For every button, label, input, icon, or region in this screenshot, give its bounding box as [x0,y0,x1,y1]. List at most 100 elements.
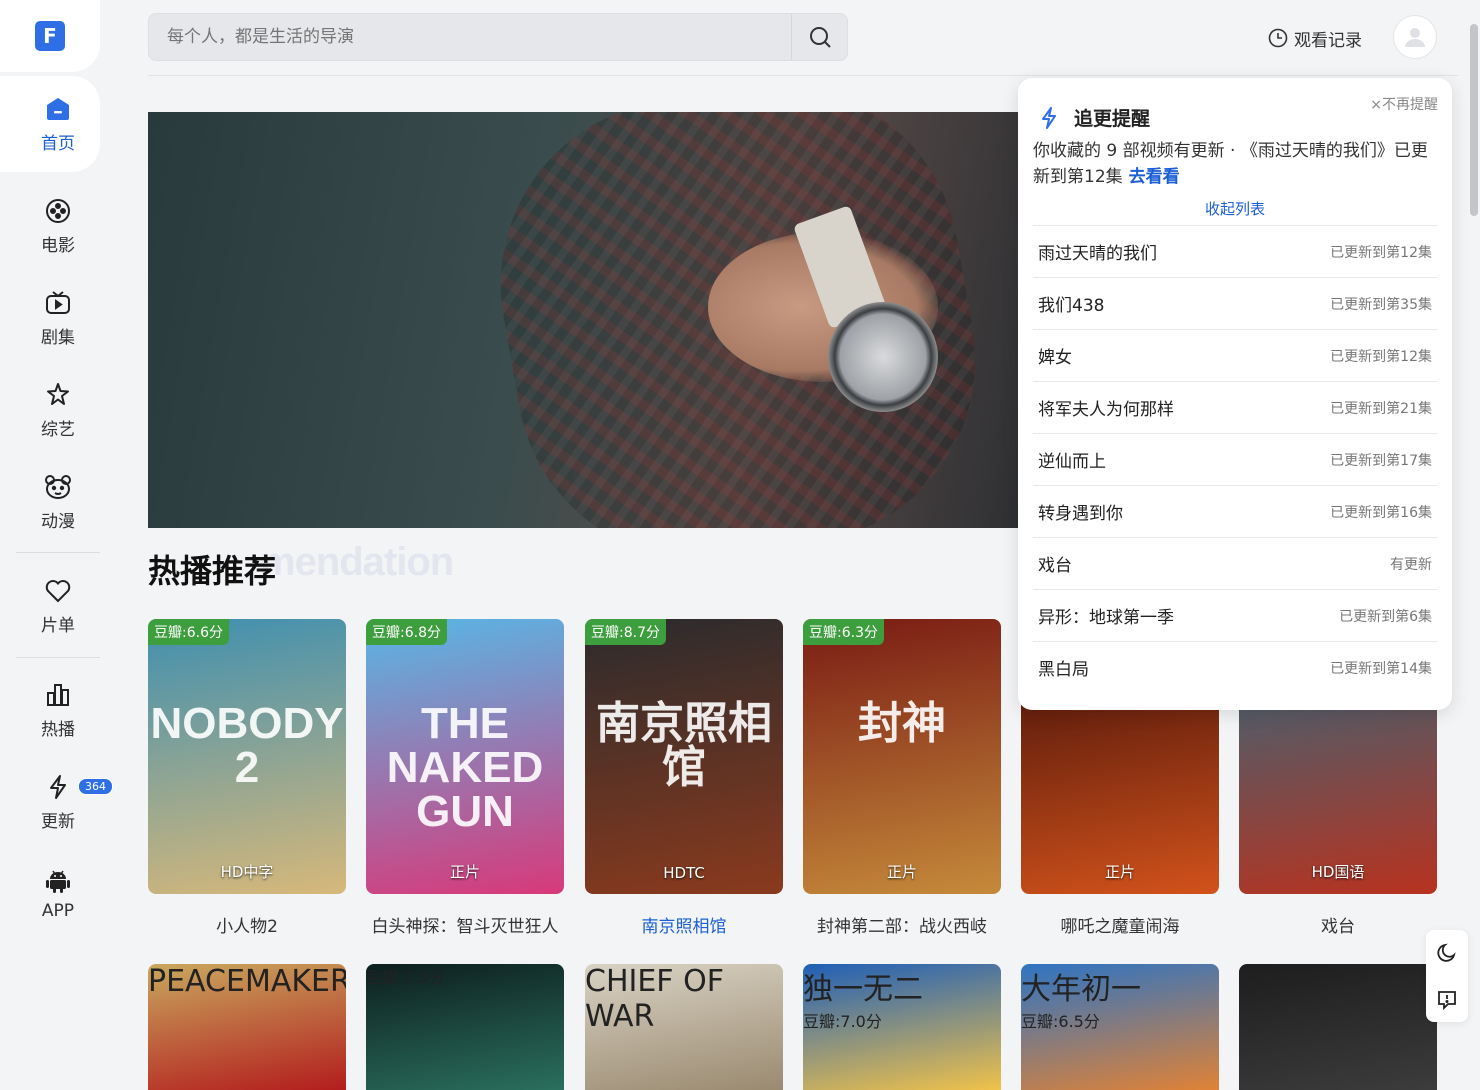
update-status: 已更新到第35集 [1330,296,1432,313]
panel-title: 追更提醒 [1040,104,1150,131]
douban-score-badge: 豆瓣:8.7分 [585,619,666,645]
sidebar-item-home[interactable]: 首页 [0,84,116,164]
search-icon [809,27,831,48]
movie-poster[interactable]: 独一无二 豆瓣:7.0分 [803,964,1001,1090]
update-list-item[interactable]: 转身遇到你 已更新到第16集 [1033,485,1437,537]
movie-card[interactable]: THE NAKED GUN 豆瓣:6.8分 正片 白头神探：智斗灭世狂人 [366,619,564,937]
section-title: 热播推荐 [148,552,277,590]
section-bg-text: mendation [260,540,454,584]
watch-history-button[interactable]: 观看记录 [1268,24,1362,52]
movie-card[interactable]: 大年初一 豆瓣:6.5分 [1021,964,1219,1090]
movie-poster[interactable]: PEACEMAKER [148,964,346,1090]
poster-text: 大年初一 [1021,972,1141,1007]
series-name: 我们438 [1038,296,1105,316]
update-message: 你收藏的 9 部视频有更新 · 《雨过天晴的我们》已更新到第12集 去看看 [1033,138,1437,190]
series-name: 戏台 [1038,556,1072,576]
sidebar: F 首页 电影 剧集 综艺 动漫 片单 热播 更新 364 APP [0,0,118,1090]
movie-title[interactable]: 封神第二部：战火西岐 [803,912,1001,937]
sidebar-item-label: APP [41,901,75,921]
search-input[interactable] [149,14,793,60]
lightning-icon [1042,106,1056,129]
scrollbar[interactable] [1470,24,1478,216]
movie-card[interactable]: PEACEMAKER [148,964,346,1090]
search-button[interactable] [791,14,847,60]
update-list-item[interactable]: 异形：地球第一季 已更新到第6集 [1033,589,1437,641]
movie-title[interactable]: 南京照相馆 [585,912,783,937]
movie-card[interactable]: NOBODY 2 豆瓣:6.6分 HD中字 小人物2 [148,619,346,937]
movie-poster[interactable]: 豆瓣:7.0分 [1239,964,1437,1090]
update-list-item[interactable]: 婢女 已更新到第12集 [1033,329,1437,381]
banner-art [828,302,938,412]
search-box [148,13,848,61]
movie-card[interactable]: 豆瓣:7.0分 [1239,964,1437,1090]
quality-label: 正片 [886,863,917,881]
update-list-item[interactable]: 逆仙而上 已更新到第17集 [1033,433,1437,485]
series-name: 逆仙而上 [1038,452,1106,472]
douban-score-badge: 豆瓣:6.3分 [803,619,884,645]
sidebar-item-playlist[interactable]: 片单 [0,566,116,646]
update-status: 已更新到第17集 [1330,452,1432,469]
sidebar-item-app[interactable]: APP [0,854,116,934]
movie-poster[interactable]: CHIEF OF WAR [585,964,783,1090]
clock-icon [1268,28,1288,48]
movie-card[interactable]: 封神 豆瓣:6.3分 正片 封神第二部：战火西岐 [803,619,1001,937]
movie-poster[interactable]: 南京照相馆 豆瓣:8.7分 HDTC [585,619,783,894]
avatar[interactable] [1393,15,1437,59]
update-status: 已更新到第14集 [1330,660,1432,677]
poster-text: THE NAKED GUN [386,698,544,836]
movie-poster[interactable]: 大年初一 豆瓣:6.5分 [1021,964,1219,1090]
update-list-item[interactable]: 黑白局 已更新到第14集 [1033,641,1437,693]
movie-card[interactable]: 豆瓣:7.5分 [366,964,564,1090]
poster-text: PEACEMAKER [148,964,346,999]
douban-score-badge: 豆瓣:6.5分 [1021,1012,1100,1031]
update-list-item[interactable]: 雨过天晴的我们 已更新到第12集 [1033,225,1437,277]
collapse-list-link[interactable]: 收起列表 [1018,198,1452,219]
sidebar-item-variety[interactable]: 综艺 [0,370,116,450]
update-list: 雨过天晴的我们 已更新到第12集 我们438 已更新到第35集 婢女 已更新到第… [1033,225,1437,693]
movie-poster[interactable]: 封神 豆瓣:6.3分 正片 [803,619,1001,894]
home-icon [44,95,72,123]
logo-wrap[interactable]: F [0,0,100,72]
movie-card[interactable]: CHIEF OF WAR [585,964,783,1090]
movie-title[interactable]: 哪吒之魔童闹海 [1021,912,1219,937]
sidebar-item-series[interactable]: 剧集 [0,278,116,358]
update-status: 已更新到第16集 [1330,504,1432,521]
movie-poster[interactable]: THE NAKED GUN 豆瓣:6.8分 正片 [366,619,564,894]
series-name: 雨过天晴的我们 [1038,244,1157,264]
movie-card[interactable]: 南京照相馆 豆瓣:8.7分 HDTC 南京照相馆 [585,619,783,937]
movie-title[interactable]: 戏台 [1239,912,1437,937]
moon-icon[interactable] [1436,942,1458,964]
update-list-item[interactable]: 戏台 有更新 [1033,537,1437,589]
update-list-item[interactable]: 将军夫人为何那样 已更新到第21集 [1033,381,1437,433]
sidebar-item-updates[interactable]: 更新 364 [0,762,116,842]
movie-card[interactable]: 独一无二 豆瓣:7.0分 [803,964,1001,1090]
bar-chart-icon [44,681,72,709]
series-name: 将军夫人为何那样 [1038,400,1174,420]
douban-score-badge: 豆瓣:6.8分 [366,619,447,645]
sidebar-item-anime[interactable]: 动漫 [0,462,116,542]
douban-score-badge: 豆瓣:7.0分 [1239,968,1318,987]
site-logo[interactable]: F [35,21,65,51]
go-watch-link[interactable]: 去看看 [1129,167,1180,187]
douban-score-badge: 豆瓣:7.0分 [803,1012,882,1031]
quality-label: HDTC [663,864,705,882]
douban-score-badge: 豆瓣:7.5分 [366,968,445,987]
sidebar-item-label: 电影 [41,235,75,256]
heart-icon [44,577,72,605]
movie-poster[interactable]: NOBODY 2 豆瓣:6.6分 HD中字 [148,619,346,894]
sidebar-item-hot[interactable]: 热播 [0,670,116,750]
feedback-icon[interactable] [1436,988,1458,1010]
series-name: 婢女 [1038,348,1072,368]
history-label: 观看记录 [1294,30,1362,51]
update-status: 已更新到第21集 [1330,400,1432,417]
sidebar-item-movies[interactable]: 电影 [0,186,116,266]
nav-divider [16,552,100,553]
quality-label: 正片 [449,863,480,881]
movie-title[interactable]: 白头神探：智斗灭世狂人 [366,912,564,937]
user-icon [1405,28,1425,47]
movie-poster[interactable]: 豆瓣:7.5分 [366,964,564,1090]
update-list-item[interactable]: 我们438 已更新到第35集 [1033,277,1437,329]
movie-title[interactable]: 小人物2 [148,912,346,937]
dismiss-button[interactable]: ×不再提醒 [1370,94,1438,114]
tv-icon [44,289,72,317]
